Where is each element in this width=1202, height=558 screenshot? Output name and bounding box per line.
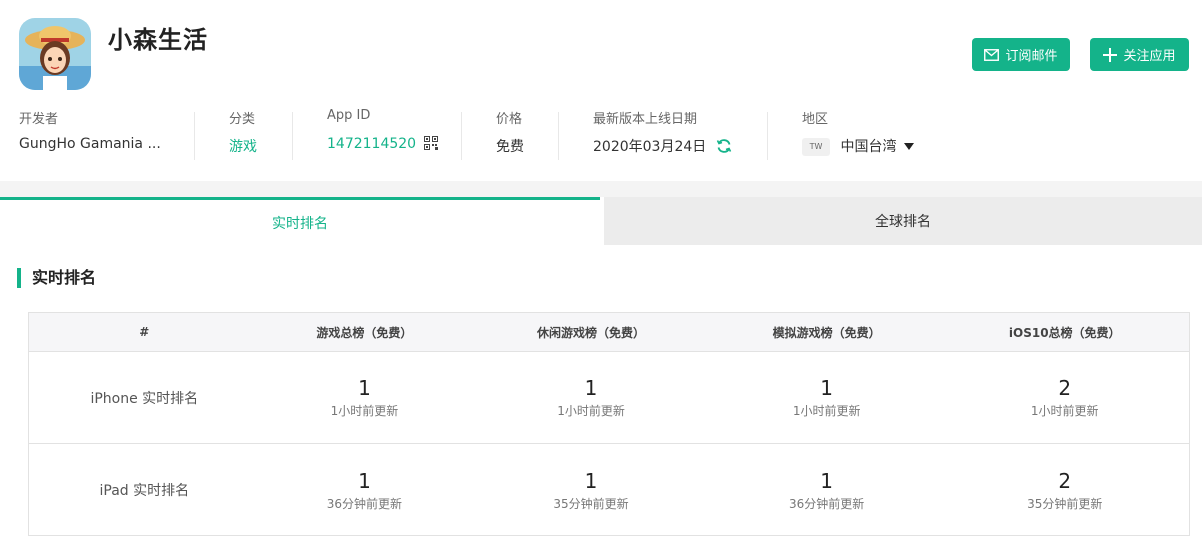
divider bbox=[194, 112, 195, 160]
rank-cell: 1 36分钟前更新 bbox=[260, 444, 470, 536]
rank-value: 1 bbox=[358, 468, 371, 493]
refresh-icon[interactable] bbox=[716, 138, 732, 158]
app-title: 小森生活 bbox=[108, 26, 208, 54]
release-date: 2020年03月24日 bbox=[593, 139, 707, 155]
release-label: 最新版本上线日期 bbox=[593, 112, 698, 127]
update-time: 35分钟前更新 bbox=[553, 496, 629, 511]
developer-meta: 开发者 GungHo Gamania ... bbox=[19, 108, 161, 152]
price-meta: 价格 免费 bbox=[496, 108, 524, 155]
update-time: 1小时前更新 bbox=[1030, 404, 1099, 418]
section-band bbox=[0, 181, 1202, 197]
row-label: iPad 实时排名 bbox=[99, 483, 190, 499]
rank-cell: 1 1小时前更新 bbox=[260, 352, 470, 443]
row-label: iPhone 实时排名 bbox=[90, 390, 199, 407]
tab-realtime-rank[interactable]: 实时排名 bbox=[0, 197, 600, 245]
follow-app-button[interactable]: 关注应用 bbox=[1090, 38, 1189, 71]
category-label: 分类 bbox=[229, 112, 256, 127]
subscribe-email-label: 订阅邮件 bbox=[1005, 49, 1058, 64]
region-meta: 地区 TW 中国台湾 bbox=[802, 108, 914, 156]
divider bbox=[461, 112, 462, 160]
rank-value: 2 bbox=[1058, 468, 1072, 493]
table-header: # 游戏总榜（免费） 休闲游戏榜（免费） 模拟游戏榜（免费） iOS10总榜（免… bbox=[29, 313, 1189, 352]
table-header-cell: 模拟游戏榜（免费） bbox=[772, 325, 881, 340]
region-value: 中国台湾 bbox=[840, 139, 897, 155]
rank-cell: 1 35分钟前更新 bbox=[469, 444, 713, 536]
qrcode-icon[interactable] bbox=[423, 136, 438, 154]
rank-cell: 1 1小时前更新 bbox=[713, 352, 941, 443]
appid-value[interactable]: 1472114520 bbox=[327, 136, 416, 152]
table-header-cell: # bbox=[139, 325, 150, 339]
category-meta: 分类 游戏 bbox=[229, 108, 257, 155]
table-row: iPhone 实时排名 1 1小时前更新 1 1小时前更新 1 1小时前更新 2… bbox=[29, 352, 1189, 444]
update-time: 1小时前更新 bbox=[557, 404, 625, 418]
follow-app-label: 关注应用 bbox=[1123, 49, 1176, 64]
region-label: 地区 bbox=[802, 112, 829, 127]
update-time: 36分钟前更新 bbox=[326, 496, 403, 511]
table-row: iPad 实时排名 1 36分钟前更新 1 35分钟前更新 1 36分钟前更新 … bbox=[29, 444, 1189, 536]
rank-cell: 1 36分钟前更新 bbox=[713, 444, 941, 536]
section-title: 实时排名 bbox=[17, 268, 96, 288]
price-label: 价格 bbox=[496, 112, 523, 127]
rank-value: 1 bbox=[358, 376, 371, 400]
divider bbox=[292, 112, 293, 160]
divider bbox=[558, 112, 559, 160]
developer-value[interactable]: GungHo Gamania ... bbox=[19, 136, 161, 152]
price-value: 免费 bbox=[496, 139, 524, 155]
plus-icon bbox=[1103, 47, 1118, 62]
appid-label: App ID bbox=[327, 108, 371, 123]
update-time: 36分钟前更新 bbox=[788, 496, 865, 511]
region-selector[interactable]: TW 中国台湾 bbox=[802, 136, 914, 156]
ranking-table: # 游戏总榜（免费） 休闲游戏榜（免费） 模拟游戏榜（免费） iOS10总榜（免… bbox=[28, 312, 1190, 536]
rank-value: 1 bbox=[820, 376, 833, 400]
appid-meta: App ID 1472114520 bbox=[327, 108, 438, 152]
mail-icon bbox=[984, 48, 1000, 61]
update-time: 35分钟前更新 bbox=[1027, 496, 1103, 511]
appid-value-wrap: 1472114520 bbox=[327, 136, 438, 154]
region-code-badge: TW bbox=[802, 138, 830, 156]
release-value-wrap: 2020年03月24日 bbox=[593, 136, 732, 158]
rank-cell: 2 1小时前更新 bbox=[940, 352, 1189, 443]
caret-down-icon bbox=[903, 138, 914, 154]
rank-cell: 2 35分钟前更新 bbox=[940, 444, 1189, 536]
subscribe-email-button[interactable]: 订阅邮件 bbox=[972, 38, 1070, 71]
developer-label: 开发者 bbox=[19, 112, 59, 127]
rank-value: 1 bbox=[584, 468, 598, 493]
table-header-cell: 游戏总榜（免费） bbox=[316, 325, 413, 340]
app-icon bbox=[19, 18, 91, 90]
rank-value: 2 bbox=[1058, 376, 1072, 400]
update-time: 1小时前更新 bbox=[792, 404, 861, 418]
divider bbox=[767, 112, 768, 160]
rank-cell: 1 1小时前更新 bbox=[469, 352, 713, 443]
table-header-cell: iOS10总榜（免费） bbox=[1008, 325, 1121, 340]
rank-value: 1 bbox=[820, 468, 833, 493]
table-header-cell: 休闲游戏榜（免费） bbox=[537, 325, 646, 340]
rank-value: 1 bbox=[584, 376, 598, 400]
category-link[interactable]: 游戏 bbox=[229, 136, 257, 156]
tab-global-rank[interactable]: 全球排名 bbox=[604, 197, 1202, 245]
update-time: 1小时前更新 bbox=[330, 404, 399, 418]
release-meta: 最新版本上线日期 2020年03月24日 bbox=[593, 108, 731, 155]
